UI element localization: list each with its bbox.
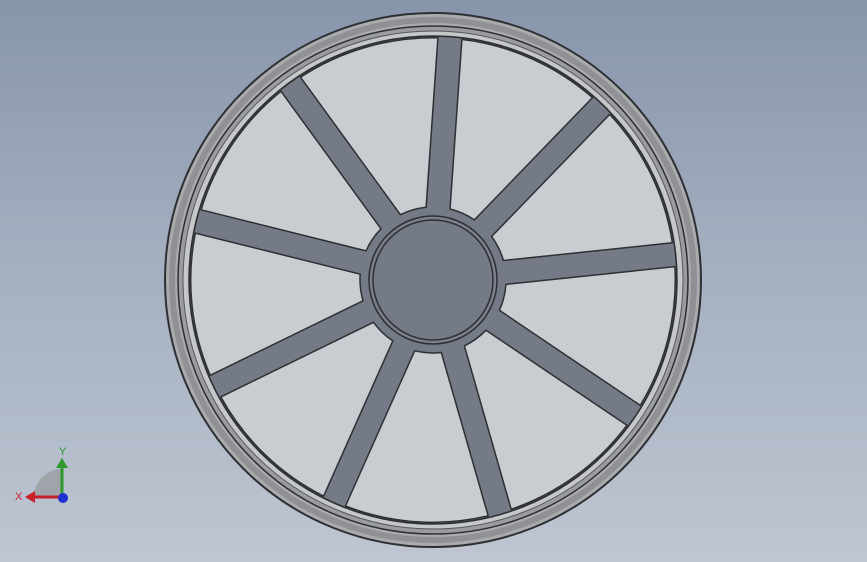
graphics-viewport[interactable]: Y X [0, 0, 867, 562]
wheel-model[interactable] [164, 12, 702, 548]
triad-z-axis-icon [58, 493, 68, 503]
triad-y-arrow-icon [56, 458, 68, 468]
wheel-hub[interactable] [372, 219, 494, 341]
triad-plane-shade [34, 469, 62, 497]
triad-x-arrow-icon [25, 491, 35, 503]
triad-x-label: X [15, 491, 23, 503]
triad-y-label: Y [59, 446, 67, 458]
reference-triad: Y X [15, 446, 68, 503]
